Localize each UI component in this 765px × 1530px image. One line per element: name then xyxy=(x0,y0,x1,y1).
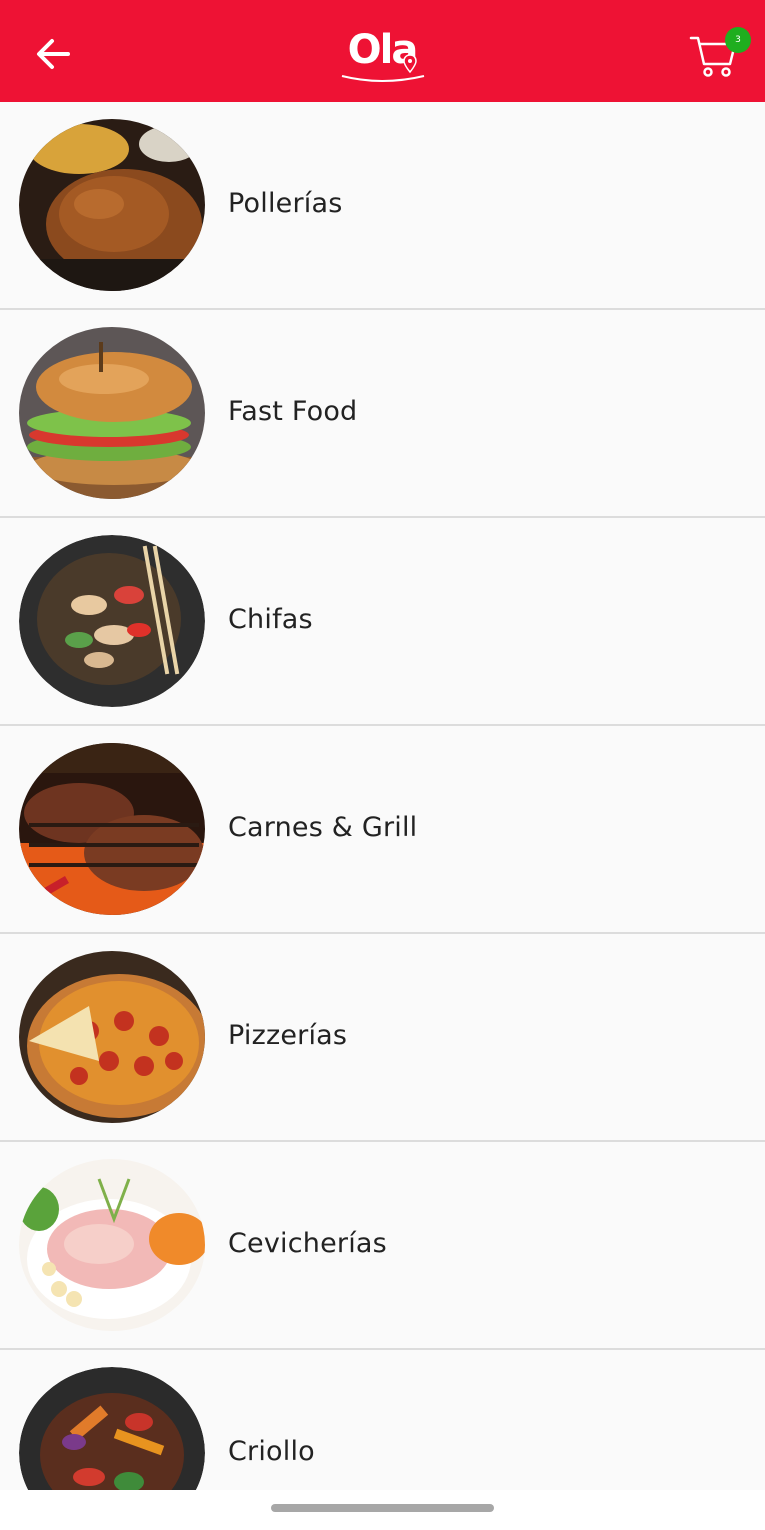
category-item-fast-food[interactable]: Fast Food xyxy=(0,310,765,518)
stir-fry-image xyxy=(19,535,205,707)
category-item-carnes-grill[interactable]: Carnes & Grill xyxy=(0,726,765,934)
pepperoni-pizza-image xyxy=(19,951,205,1123)
category-list: Pollerías Fast Food Chifas Carnes & Gril… xyxy=(0,102,765,1490)
back-button[interactable] xyxy=(30,34,76,74)
category-label: Cevicherías xyxy=(228,1228,387,1259)
category-label: Chifas xyxy=(228,604,313,635)
app-header: Ola 3 xyxy=(0,0,765,102)
category-label: Pizzerías xyxy=(228,1020,348,1051)
category-label: Carnes & Grill xyxy=(228,812,418,843)
grilled-steak-image xyxy=(19,743,205,915)
category-item-criollo[interactable]: Criollo xyxy=(0,1350,765,1490)
category-label: Pollerías xyxy=(228,188,343,219)
cart-count-badge: 3 xyxy=(725,27,751,53)
category-label: Criollo xyxy=(228,1436,315,1467)
category-item-pizzerias[interactable]: Pizzerías xyxy=(0,934,765,1142)
category-label: Fast Food xyxy=(228,396,358,427)
ceviche-image xyxy=(19,1159,205,1331)
home-indicator[interactable] xyxy=(271,1504,494,1512)
location-pin-icon xyxy=(403,54,417,74)
category-item-chifas[interactable]: Chifas xyxy=(0,518,765,726)
lomo-saltado-image xyxy=(19,1367,205,1490)
arrow-left-icon xyxy=(37,39,70,69)
category-item-pollerias[interactable]: Pollerías xyxy=(0,102,765,310)
brand-logo: Ola xyxy=(334,24,430,88)
category-item-cevicherias[interactable]: Cevicherías xyxy=(0,1142,765,1350)
burger-image xyxy=(19,327,205,499)
roast-chicken-image xyxy=(19,119,205,291)
